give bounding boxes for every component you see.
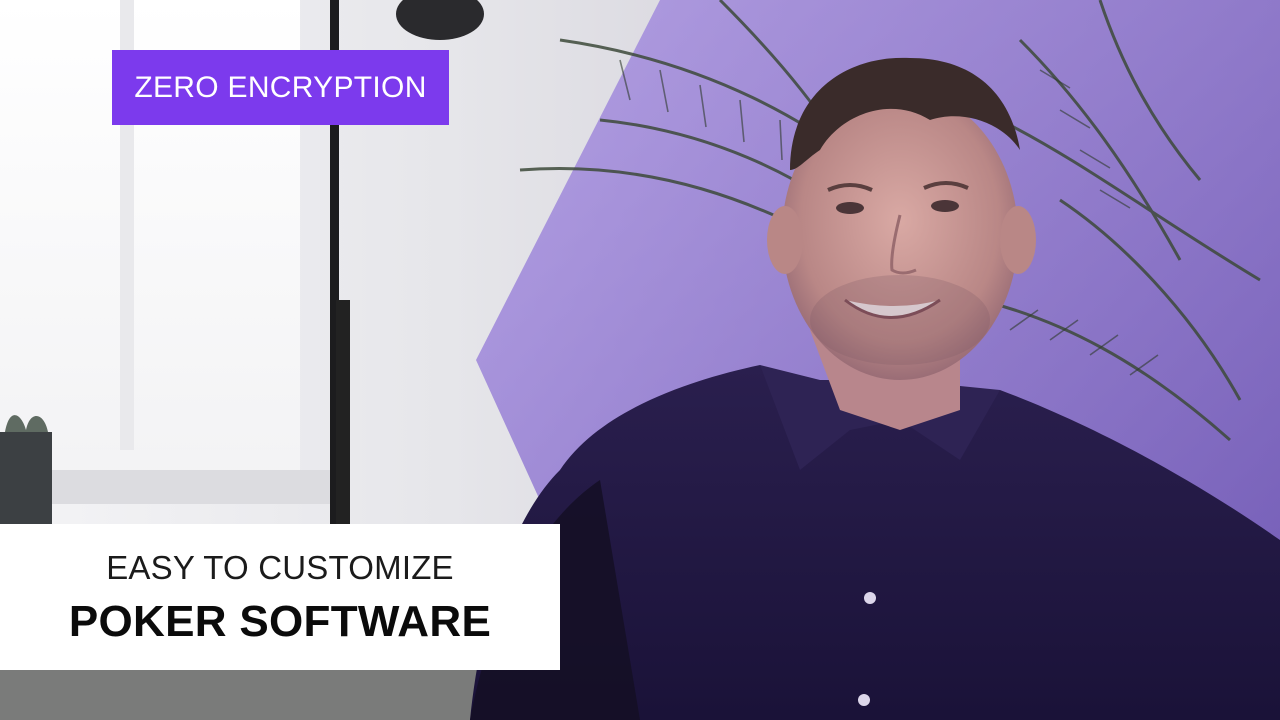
shirt-button xyxy=(864,592,876,604)
badge-text: ZERO ENCRYPTION xyxy=(134,70,427,104)
plant-pot xyxy=(0,432,52,524)
caption-subtitle: EASY TO CUSTOMIZE xyxy=(106,549,454,586)
shirt-button xyxy=(858,694,870,706)
caption-box: EASY TO CUSTOMIZE POKER SOFTWARE xyxy=(0,524,560,670)
caption-title: POKER SOFTWARE xyxy=(68,597,492,646)
zero-encryption-badge: ZERO ENCRYPTION xyxy=(112,50,449,125)
